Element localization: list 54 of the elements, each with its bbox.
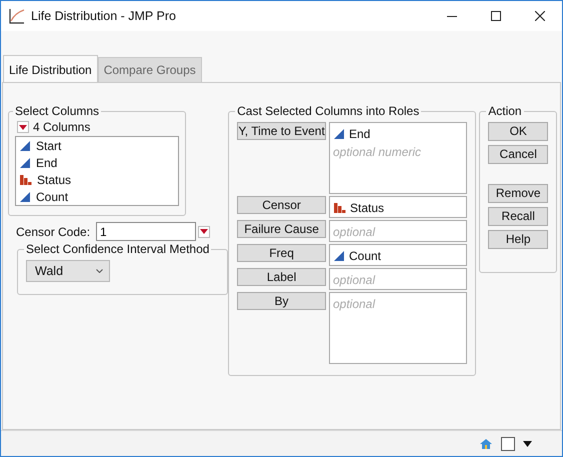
dropdown-button[interactable] (17, 121, 29, 133)
list-item[interactable]: End (16, 154, 178, 171)
chevron-icon (96, 269, 103, 273)
triangle-icon (19, 140, 31, 152)
role-button[interactable]: By (237, 292, 326, 310)
list-item[interactable]: Count (16, 188, 178, 205)
placeholder-text: optional numeric (332, 144, 422, 161)
caret-icon[interactable] (523, 440, 532, 446)
triangle-icon (19, 156, 31, 168)
caret-icon (19, 124, 27, 130)
action-button[interactable]: Cancel (488, 145, 548, 164)
role-button[interactable]: Label (237, 268, 326, 286)
app-icon (9, 8, 25, 24)
home-icon[interactable] (479, 438, 493, 450)
action-button[interactable]: Recall (488, 207, 548, 226)
role-field[interactable]: End optional numeric (328, 122, 468, 194)
close-icon (535, 11, 545, 21)
tab[interactable]: Compare Groups (98, 57, 202, 82)
role-button[interactable]: Failure Cause (237, 220, 326, 238)
maximize-icon (491, 11, 501, 21)
field-label: Censor Code: (16, 224, 90, 240)
assigned-column: Count (348, 247, 382, 265)
assigned-column: End (348, 125, 370, 143)
action-button[interactable]: Help (488, 230, 548, 249)
role-field[interactable]: Count (328, 244, 468, 266)
dropdown-button[interactable] (198, 226, 210, 238)
caret-icon (200, 229, 208, 234)
placeholder-text: optional (332, 224, 376, 241)
triangle-icon (332, 128, 345, 140)
tab[interactable]: Life Distribution (3, 55, 98, 82)
list-item[interactable]: Status (16, 171, 178, 188)
column-count: 4 Columns (33, 119, 90, 136)
placeholder-text: optional (332, 272, 376, 289)
method-dropdown[interactable]: Wald (26, 260, 110, 282)
role-button[interactable]: Censor (237, 196, 326, 214)
action-button[interactable]: OK (488, 122, 548, 141)
triangle-icon (19, 190, 31, 202)
group-title: Action (487, 104, 523, 118)
action-button[interactable]: Remove (488, 184, 548, 203)
group-title: Select Confidence Interval Method (25, 242, 210, 256)
assigned-column: Status (350, 199, 384, 217)
group-title: Cast Selected Columns into Roles (236, 104, 420, 118)
list-item[interactable]: Start (16, 137, 178, 154)
role-button[interactable]: Y, Time to Event (237, 122, 326, 140)
placeholder-text: optional (332, 296, 376, 313)
bar-chart-icon (19, 174, 32, 186)
checkbox-icon[interactable] (501, 436, 515, 450)
group-title: Select Columns (14, 104, 100, 118)
role-field[interactable]: Status (328, 196, 468, 218)
triangle-icon (332, 250, 345, 262)
censor-code-field[interactable]: 1 (96, 222, 196, 241)
role-button[interactable]: Freq (237, 244, 326, 262)
window-title: Life Distribution - JMP Pro (31, 8, 176, 25)
bar-chart-icon (332, 202, 346, 214)
